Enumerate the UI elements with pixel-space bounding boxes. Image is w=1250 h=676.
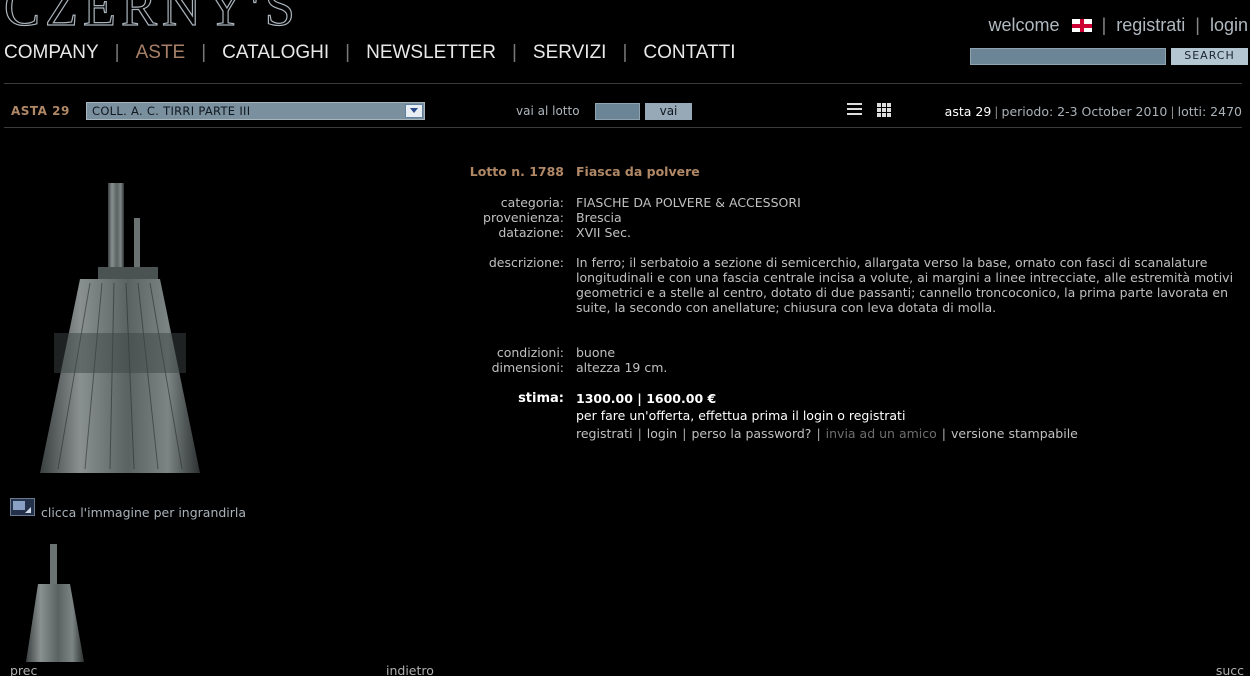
catalog-select-value: COLL. A. C. TIRRI PARTE III (92, 104, 251, 118)
login-action-link[interactable]: login (647, 426, 677, 441)
lot-thumbnail[interactable] (24, 544, 86, 662)
header-divider (4, 83, 1242, 84)
chevron-down-icon[interactable] (405, 104, 423, 118)
nav-aste[interactable]: ASTE (136, 42, 186, 64)
datazione-value: XVII Sec. (576, 225, 631, 240)
lot-number: Lotto n. 1788 (469, 164, 564, 179)
lot-actions: registrati | login | perso la password? | invi… (576, 426, 1078, 441)
lot-main-image[interactable] (40, 183, 202, 475)
list-view-icon[interactable] (847, 103, 862, 116)
enlarge-image-text[interactable]: clicca l'immagine per ingrandirla (41, 505, 246, 520)
site-logo[interactable]: CZERNY'S (3, 0, 300, 35)
stima-value: 1300.00 | 1600.00 € (576, 391, 717, 406)
lot-title: Fiasca da polvere (576, 164, 700, 179)
condizioni-label: condizioni: (496, 345, 564, 360)
nav-newsletter[interactable]: NEWSLETTER (366, 42, 496, 64)
asta-label: ASTA 29 (11, 104, 70, 118)
categoria-label: categoria: (500, 195, 564, 210)
back-link[interactable]: indietro (386, 663, 434, 676)
user-links: welcome | registrati | login (989, 15, 1248, 36)
register-action-link[interactable]: registrati (576, 426, 633, 441)
goto-lot-input[interactable] (595, 103, 640, 120)
search-button[interactable]: SEARCH (1171, 48, 1248, 65)
nav-separator: | (114, 42, 120, 63)
catalog-select[interactable]: COLL. A. C. TIRRI PARTE III (86, 102, 425, 120)
lost-password-link[interactable]: perso la password? (691, 426, 811, 441)
dimensioni-label: dimensioni: (491, 360, 564, 375)
nav-servizi[interactable]: SERVIZI (533, 42, 607, 64)
goto-lot-label: vai al lotto (516, 104, 580, 118)
grid-view-icon[interactable] (877, 103, 891, 117)
toolbar-divider (4, 127, 1242, 128)
auction-info: asta 29 | periodo: 2-3 October 2010 | lotti:… (944, 104, 1242, 119)
user-separator: | (1101, 15, 1107, 35)
descrizione-value: In ferro; il serbatoio a sezione di semi… (576, 255, 1234, 315)
welcome-text: welcome (988, 15, 1060, 35)
printable-version-link[interactable]: versione stampabile (951, 426, 1078, 441)
nav-separator: | (511, 42, 517, 63)
stima-label: stima: (518, 391, 564, 406)
nav-separator: | (345, 42, 351, 63)
datazione-label: datazione: (498, 225, 564, 240)
provenienza-value: Brescia (576, 210, 622, 225)
register-link[interactable]: registrati (1116, 15, 1185, 36)
offer-text: per fare un'offerta, effettua prima il l… (576, 408, 906, 423)
auction-name[interactable]: asta 29 (945, 104, 992, 119)
enlarge-image-icon[interactable] (10, 498, 35, 516)
uk-flag-icon[interactable] (1071, 19, 1092, 32)
auction-period: periodo: 2-3 October 2010 (1001, 104, 1168, 119)
condizioni-value: buone (576, 345, 616, 360)
descrizione-label: descrizione: (488, 255, 564, 270)
main-nav: COMPANY | ASTE | CATALOGHI | NEWSLETTER … (4, 42, 736, 64)
dimensioni-value: altezza 19 cm. (576, 360, 668, 375)
send-to-friend-link[interactable]: invia ad un amico (826, 426, 937, 441)
nav-cataloghi[interactable]: CATALOGHI (222, 42, 329, 64)
user-separator: | (1195, 15, 1200, 35)
nav-separator: | (201, 42, 207, 63)
auction-lots: lotti: 2470 (1177, 104, 1242, 119)
prev-link[interactable]: prec (10, 663, 37, 676)
login-link[interactable]: login (1210, 15, 1248, 36)
nav-contatti[interactable]: CONTATTI (643, 42, 735, 64)
goto-lot-button[interactable]: vai (645, 103, 692, 120)
search-input[interactable] (970, 48, 1166, 65)
nav-company[interactable]: COMPANY (4, 42, 99, 64)
nav-separator: | (622, 42, 628, 63)
next-link[interactable]: succ (1216, 663, 1244, 676)
provenienza-label: provenienza: (483, 210, 564, 225)
categoria-value: FIASCHE DA POLVERE & ACCESSORI (576, 195, 801, 210)
